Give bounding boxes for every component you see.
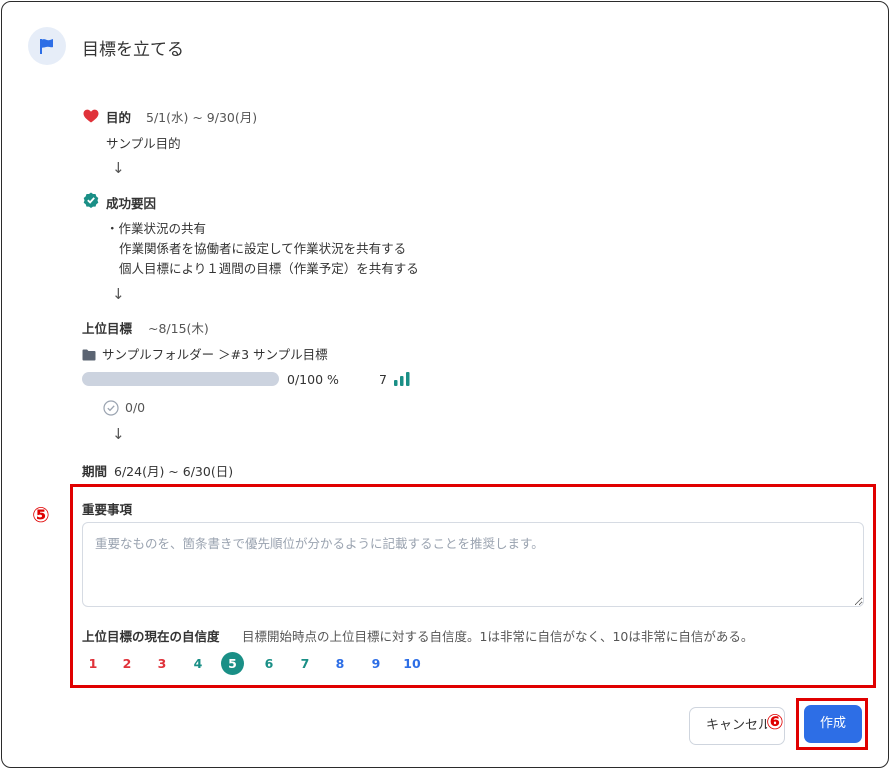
purpose-period: 5/1(水) ~ 9/30(月) (146, 110, 258, 125)
confidence-score-4[interactable]: 4 (187, 656, 209, 671)
progress-bar (82, 372, 279, 386)
confidence-hint: 目標開始時点の上位目標に対する自信度。1は非常に自信がなく、10は非常に自信があ… (242, 629, 754, 644)
down-arrow-icon: ↓ (112, 159, 125, 177)
annotation-marker: ⑤ (32, 503, 50, 527)
confidence-score-9[interactable]: 9 (365, 656, 387, 671)
check-badge-icon (83, 192, 99, 212)
checks-count: 0/0 (125, 400, 146, 415)
purpose-text: サンプル目的 (106, 136, 181, 151)
confidence-score-10[interactable]: 10 (400, 656, 424, 671)
confidence-score-7[interactable]: 7 (294, 656, 316, 671)
confidence-score-2[interactable]: 2 (116, 656, 138, 671)
success-line: ・作業状況の共有 (106, 221, 207, 236)
confidence-score-6[interactable]: 6 (258, 656, 280, 671)
flag-icon (28, 27, 66, 65)
parent-goal-due: ~8/15(木) (148, 321, 209, 336)
confidence-score-3[interactable]: 3 (151, 656, 173, 671)
signal-bars-icon (393, 371, 411, 390)
important-label: 重要事項 (82, 502, 133, 517)
down-arrow-icon: ↓ (112, 425, 125, 443)
level-value: 7 (379, 372, 387, 387)
down-arrow-icon: ↓ (112, 285, 125, 303)
success-line: 作業関係者を協働者に設定して作業状況を共有する (119, 241, 407, 256)
folder-icon (82, 346, 96, 365)
confidence-score-1[interactable]: 1 (82, 656, 104, 671)
annotation-marker: ⑥ (766, 710, 784, 734)
success-line: 個人目標により１週間の目標（作業予定）を共有する (119, 261, 419, 276)
parent-goal-label: 上位目標 (82, 321, 133, 336)
dialog-title: 目標を立てる (82, 40, 184, 60)
confidence-score-8[interactable]: 8 (329, 656, 351, 671)
progress-text: 0/100 % (287, 372, 339, 387)
period-value: 6/24(月) ~ 6/30(日) (114, 464, 234, 479)
heart-icon (83, 108, 99, 127)
check-circle-icon (103, 400, 119, 420)
purpose-label: 目的 (106, 110, 132, 125)
confidence-label: 上位目標の現在の自信度 (82, 629, 220, 644)
success-label: 成功要因 (106, 196, 157, 211)
create-button[interactable]: 作成 (804, 705, 862, 743)
period-label: 期間 (82, 464, 108, 479)
important-textarea[interactable] (82, 522, 864, 607)
parent-goal-path-link[interactable]: サンプルフォルダー ＞#3 サンプル目標 (102, 344, 328, 363)
confidence-score-5[interactable]: 5 (221, 652, 244, 675)
